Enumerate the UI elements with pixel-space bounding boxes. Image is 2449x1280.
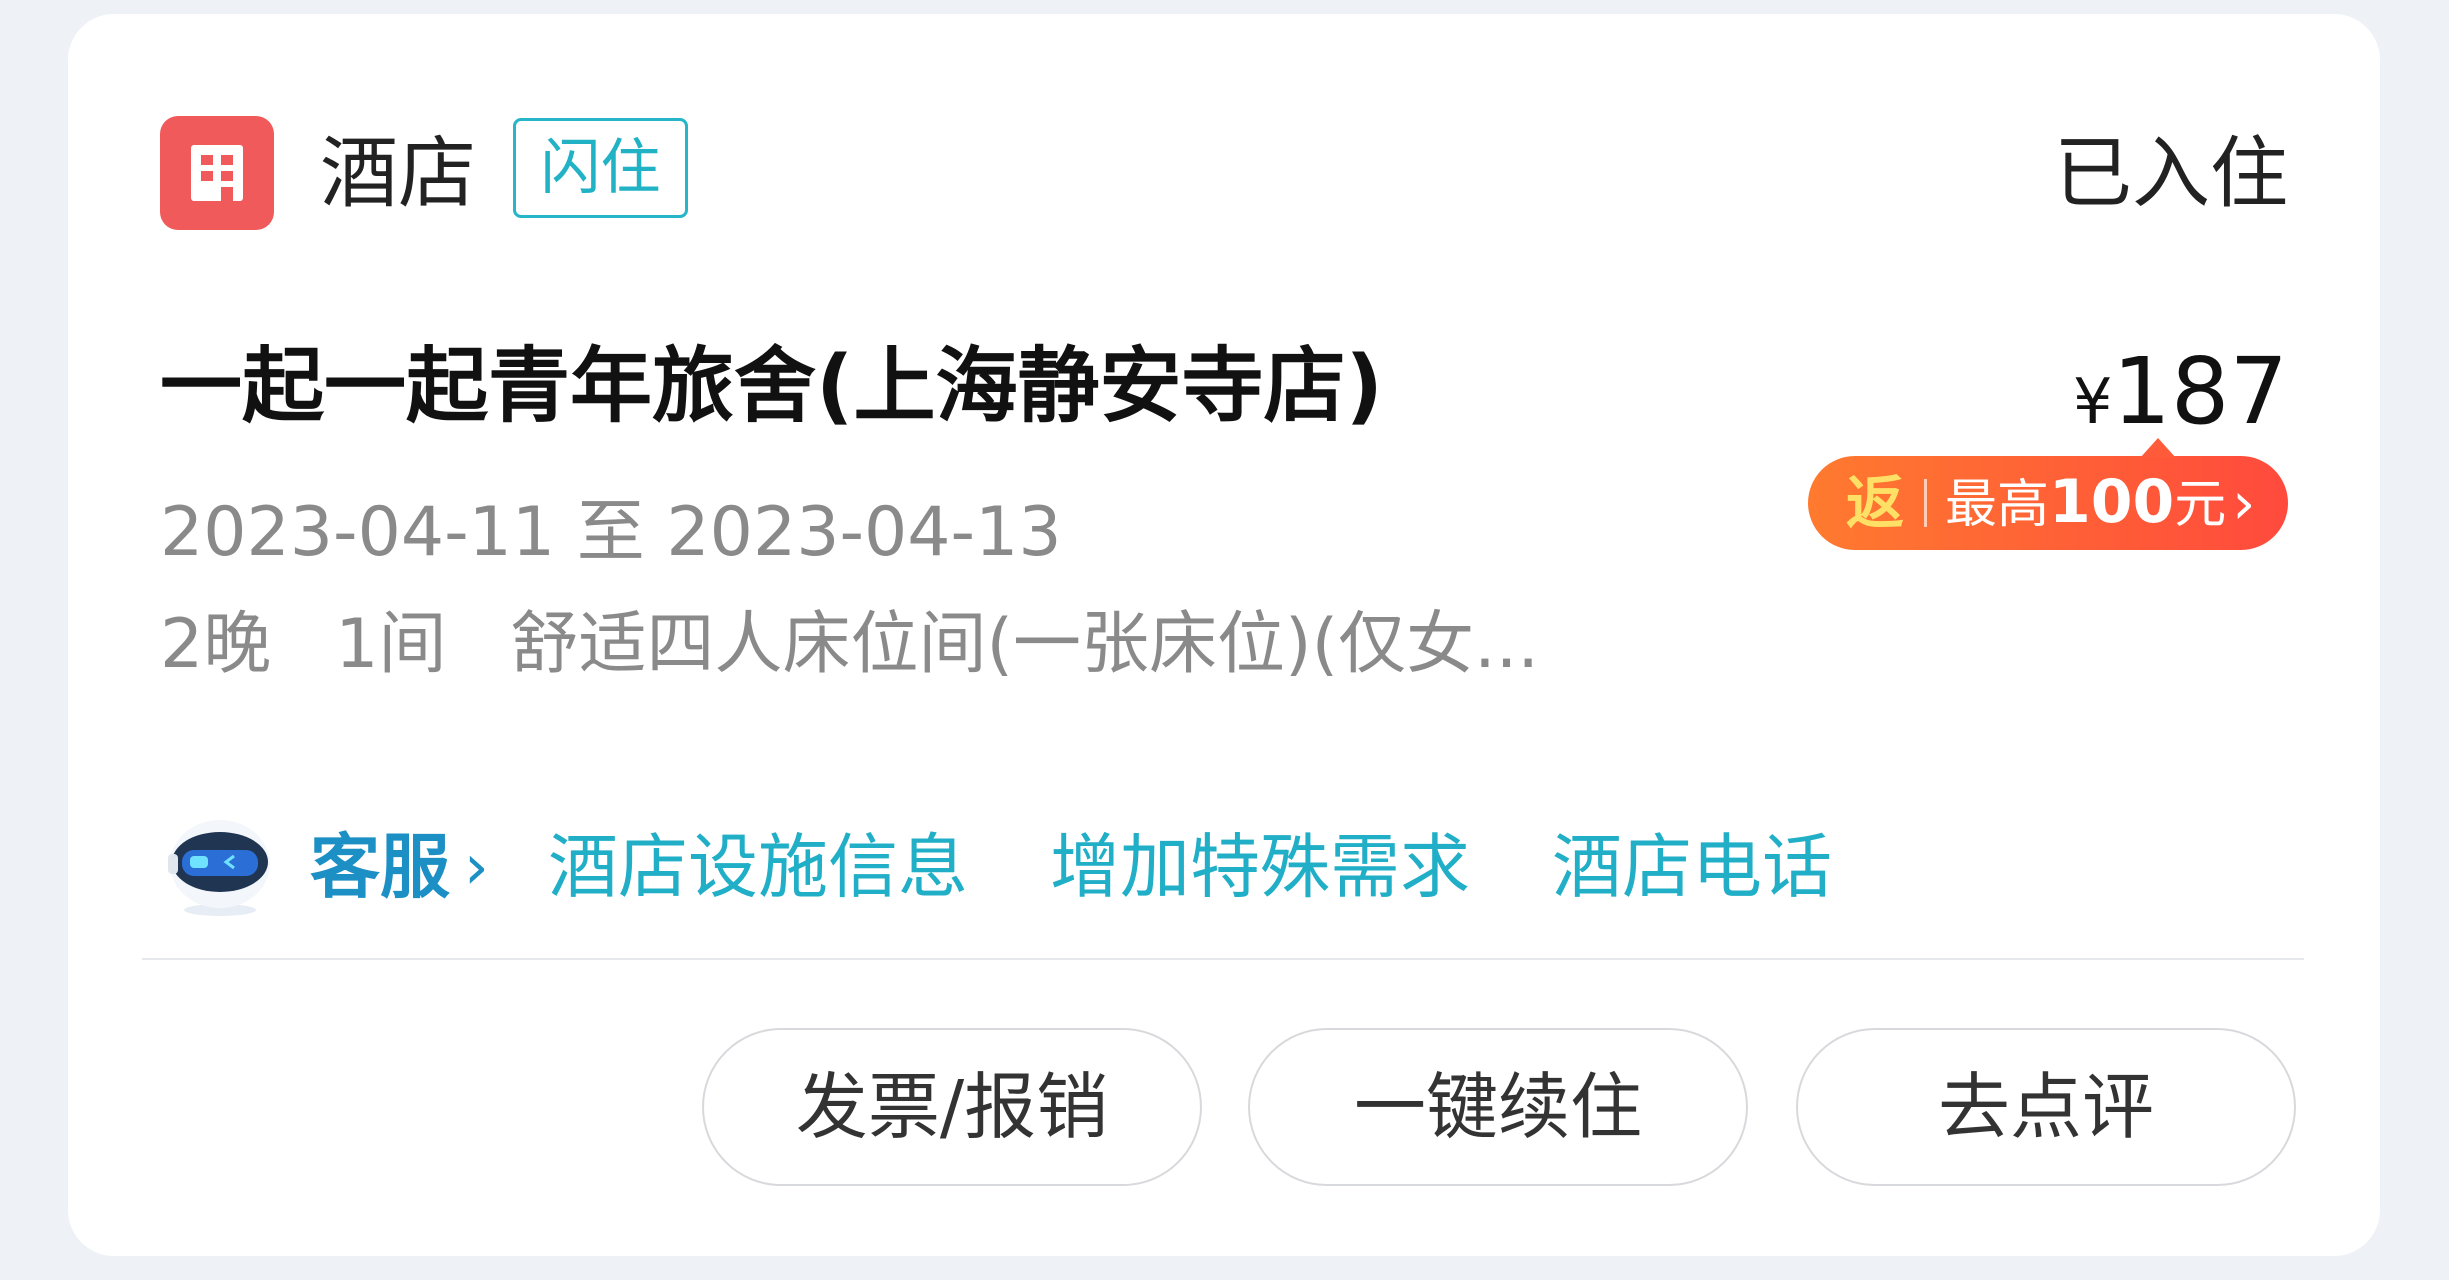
rebate-tag: 返 [1846, 469, 1905, 537]
chevron-right-icon: › [464, 830, 489, 903]
divider [142, 958, 2304, 960]
rebate-suffix: 元 [2174, 474, 2227, 535]
chevron-right-icon: › [2232, 469, 2256, 537]
extend-stay-button[interactable]: 一键续住 [1248, 1028, 1748, 1186]
rebate-prefix: 最高 [1945, 474, 2050, 535]
rooms-count: 1间 [335, 605, 447, 684]
order-price: ¥187 [2073, 332, 2288, 462]
room-info: 2晚 1间 舒适四人床位间(一张床位)(仅女... [160, 600, 1603, 690]
order-status: 已入住 [2053, 129, 2288, 219]
invoice-button[interactable]: 发票/报销 [702, 1028, 1202, 1186]
category-label: 酒店 [320, 129, 477, 219]
hotel-phone-link[interactable]: 酒店电话 [1552, 822, 1832, 912]
nights-count: 2晚 [160, 605, 272, 684]
rebate-button[interactable]: 返 最高100元 › [1808, 438, 2288, 552]
room-type: 舒适四人床位间(一张床位)(仅女... [510, 605, 1539, 684]
rebate-divider [1924, 479, 1928, 527]
robot-assistant-icon[interactable] [164, 814, 276, 918]
review-button[interactable]: 去点评 [1796, 1028, 2296, 1186]
hotel-facilities-link[interactable]: 酒店设施信息 [548, 822, 968, 912]
order-card[interactable]: 酒店 闪住 已入住 一起一起青年旅舍(上海静安寺店) ¥187 返 最高100元… [68, 14, 2380, 1256]
currency-symbol: ¥ [2072, 365, 2113, 438]
rebate-amount: 100 [2049, 466, 2175, 537]
hotel-building-icon [160, 116, 274, 230]
hotel-name[interactable]: 一起一起青年旅舍(上海静安寺店) [160, 332, 1383, 442]
flash-stay-badge: 闪住 [513, 118, 688, 218]
price-value: 187 [2112, 338, 2288, 445]
customer-service-link[interactable]: 客服 [310, 822, 450, 912]
stay-dates: 2023-04-11 至 2023-04-13 [160, 493, 1062, 572]
rebate-text: 最高100元 [1945, 455, 2226, 552]
special-request-link[interactable]: 增加特殊需求 [1050, 822, 1470, 912]
